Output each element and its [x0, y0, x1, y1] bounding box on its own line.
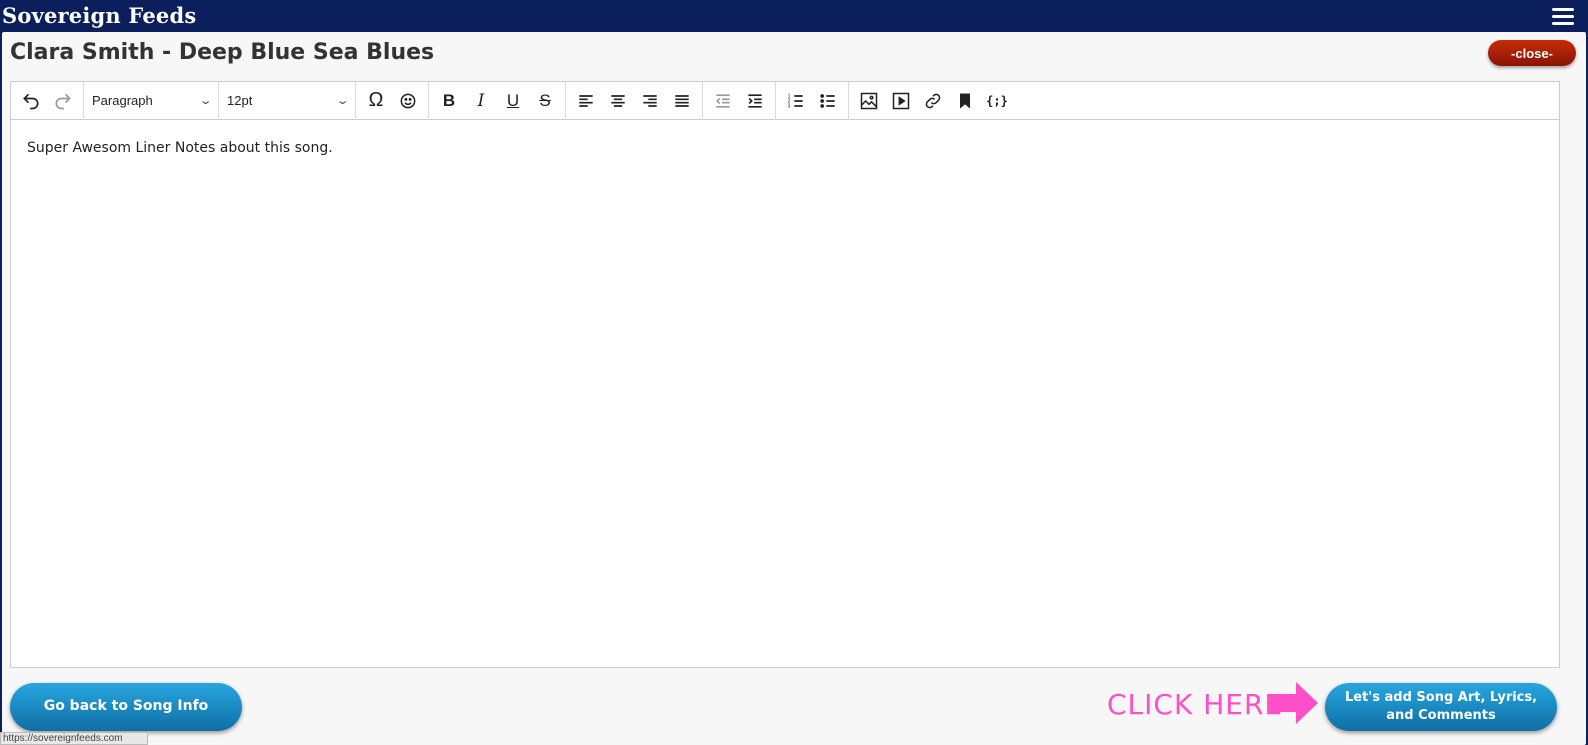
click-here-callout: CLICK HERE [1107, 688, 1284, 721]
editor-content[interactable]: Super Awesom Liner Notes about this song… [11, 120, 1559, 176]
modal-panel: Clara Smith - Deep Blue Sea Blues -close… [2, 32, 1586, 745]
align-left-icon[interactable] [570, 86, 602, 116]
add-song-art-label-line1: Let's add Song Art, Lyrics, [1344, 689, 1538, 705]
align-justify-icon[interactable] [666, 86, 698, 116]
font-size-dropdown[interactable]: 12pt ⌄ [219, 86, 355, 116]
top-navbar: Sovereign Feeds [0, 0, 1588, 32]
redo-icon[interactable] [47, 86, 79, 116]
alignment-group [566, 81, 703, 120]
page-title: Clara Smith - Deep Blue Sea Blues [10, 40, 435, 65]
image-icon[interactable] [853, 86, 885, 116]
link-icon[interactable] [917, 86, 949, 116]
numbered-list-icon[interactable]: 123 [780, 86, 812, 116]
block-format-group: Paragraph ⌄ [84, 81, 219, 120]
underline-icon[interactable]: U [497, 86, 529, 116]
italic-icon[interactable]: I [465, 86, 497, 116]
add-song-art-button[interactable]: Let's add Song Art, Lyrics, and Comments [1325, 683, 1557, 731]
back-to-song-info-button[interactable]: Go back to Song Info [10, 683, 242, 731]
close-button[interactable]: -close- [1488, 40, 1576, 66]
indent-group [703, 81, 776, 120]
hamburger-menu-icon[interactable] [1552, 8, 1574, 26]
list-group: 123 [776, 81, 849, 120]
media-icon[interactable] [885, 86, 917, 116]
bold-icon[interactable]: B [433, 86, 465, 116]
add-song-art-label-line2: and Comments [1386, 708, 1496, 723]
emoticon-icon[interactable] [392, 86, 424, 116]
font-size-group: 12pt ⌄ [219, 81, 356, 120]
bullet-list-icon[interactable] [812, 86, 844, 116]
status-url-tooltip: https://sovereignfeeds.com [0, 732, 148, 745]
block-format-dropdown[interactable]: Paragraph ⌄ [84, 86, 218, 116]
editor-toolbar: Paragraph ⌄ 12pt ⌄ Ω B I U S 1 2 3 {;} [11, 81, 1559, 120]
bookmark-icon[interactable] [949, 86, 981, 116]
strikethrough-icon[interactable]: S [529, 86, 561, 116]
rich-text-editor: Paragraph ⌄ 12pt ⌄ Ω B I U S 1 2 3 {;} S… [10, 81, 1560, 668]
align-center-icon[interactable] [602, 86, 634, 116]
indent-icon[interactable] [739, 86, 771, 116]
chevron-down-icon: ⌄ [198, 95, 213, 107]
brand-logo[interactable]: Sovereign Feeds [2, 3, 196, 28]
outdent-icon[interactable] [707, 86, 739, 116]
text-style-group: B I U S [429, 81, 566, 120]
history-group [11, 81, 84, 120]
arrow-right-icon [1270, 682, 1318, 724]
font-size-value: 12pt [227, 93, 253, 108]
special-character-icon[interactable]: Ω [360, 86, 392, 116]
block-format-value: Paragraph [92, 93, 153, 108]
chevron-down-icon: ⌄ [335, 95, 350, 107]
insert-media-group: {;} [849, 82, 1017, 120]
align-right-icon[interactable] [634, 86, 666, 116]
code-sample-icon[interactable]: {;} [981, 86, 1013, 116]
insert-char-group: Ω [356, 81, 429, 120]
undo-icon[interactable] [15, 86, 47, 116]
svg-text:3: 3 [788, 103, 791, 109]
